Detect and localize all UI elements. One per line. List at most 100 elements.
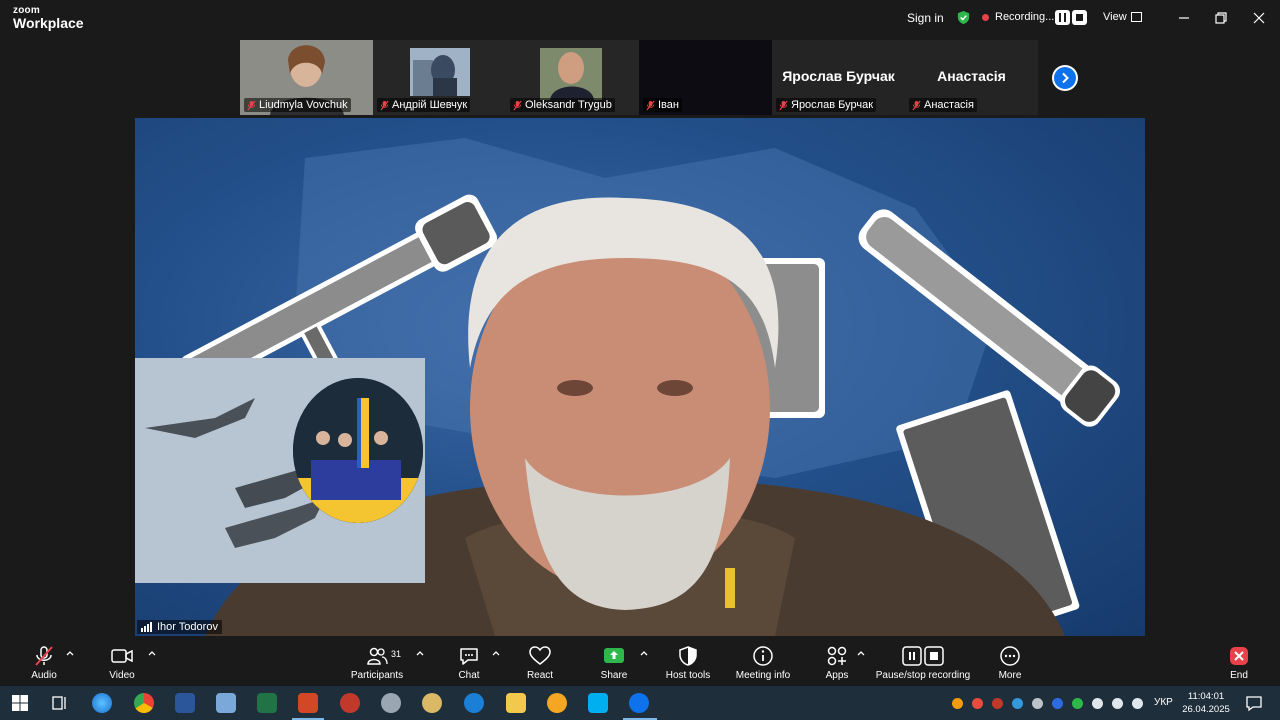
apps-button[interactable]: Apps [814, 637, 860, 686]
participant-display-name: Ярослав Бурчак [782, 68, 895, 84]
tray-app-icon[interactable] [972, 698, 983, 709]
video-options-chevron-icon[interactable] [148, 650, 156, 656]
participants-label: Participants [350, 670, 404, 681]
share-screen-icon [604, 648, 624, 663]
chat-bubble-icon [460, 648, 478, 665]
notifications-icon[interactable] [1244, 693, 1264, 713]
stop-recording-button[interactable] [1072, 10, 1087, 25]
app-mail-icon[interactable] [464, 693, 484, 713]
end-call-icon [1230, 647, 1248, 665]
title-bar: zoom Workplace Sign in Recording... View [0, 0, 1280, 36]
tray-app-icon[interactable] [992, 698, 1003, 709]
share-options-chevron-icon[interactable] [640, 650, 648, 656]
react-button[interactable]: React [516, 637, 564, 686]
app-red-icon[interactable] [340, 693, 360, 713]
overlay-image-jets [135, 358, 425, 583]
recording-dot-icon [982, 14, 989, 21]
close-icon[interactable] [1249, 8, 1269, 28]
participant-name-tag: Ярослав Бурчак [776, 98, 877, 112]
chrome-icon[interactable] [134, 693, 154, 713]
view-grid-icon[interactable] [1131, 12, 1142, 22]
app-yandex-icon[interactable] [547, 693, 567, 713]
more-button[interactable]: More [986, 637, 1034, 686]
minimize-icon[interactable] [1174, 8, 1194, 28]
volume-icon[interactable] [1112, 698, 1123, 709]
word-icon[interactable] [175, 693, 195, 713]
clock-time: 11:04:01 [1187, 691, 1225, 702]
active-speaker-video[interactable]: Ihor Todorov [135, 118, 1145, 636]
host-tools-shield-icon [679, 646, 697, 666]
tray-app-icon[interactable] [1012, 698, 1023, 709]
chat-options-chevron-icon[interactable] [492, 650, 500, 656]
speaker-name-tag: Ihor Todorov [137, 620, 222, 634]
browser-icon[interactable] [92, 693, 112, 713]
host-tools-button[interactable]: Host tools [660, 637, 716, 686]
view-menu-button[interactable]: View [1103, 11, 1127, 23]
chat-label: Chat [458, 670, 480, 681]
participant-tile[interactable]: Іван [639, 40, 772, 115]
participant-name: Liudmyla Vovchuk [259, 99, 348, 111]
participant-tile[interactable]: Liudmyla Vovchuk [240, 40, 373, 115]
participant-name: Анастасія [924, 99, 974, 111]
participants-count: 31 [391, 649, 402, 659]
chevron-right-icon [1062, 72, 1069, 84]
zoom-icon[interactable] [629, 693, 649, 713]
share-screen-button[interactable]: Share [590, 637, 638, 686]
app-paint-icon[interactable] [422, 693, 442, 713]
audio-label: Audio [31, 670, 57, 681]
end-meeting-button[interactable]: End [1216, 637, 1262, 686]
video-button[interactable]: Video [98, 637, 146, 686]
pause-stop-recording-label: Pause/stop recording [875, 670, 971, 681]
zoom-window: zoom Workplace Sign in Recording... View [0, 0, 1280, 686]
end-label: End [1230, 670, 1248, 681]
audio-options-chevron-icon[interactable] [66, 650, 74, 656]
chat-button[interactable]: Chat [445, 637, 493, 686]
pause-stop-recording-button[interactable]: Pause/stop recording [873, 637, 973, 686]
audio-button[interactable]: Audio [20, 637, 68, 686]
participant-name-tag: Іван [643, 98, 682, 112]
participant-tile[interactable]: Ярослав Бурчак Ярослав Бурчак [772, 40, 905, 115]
windows-start-icon[interactable] [10, 693, 30, 713]
task-view-icon[interactable] [50, 693, 70, 713]
network-icon[interactable] [1132, 698, 1143, 709]
participants-options-chevron-icon[interactable] [416, 650, 424, 656]
muted-mic-icon [513, 100, 522, 110]
microphone-tray-icon[interactable] [1092, 698, 1103, 709]
tray-check-icon[interactable] [1072, 698, 1083, 709]
next-page-button[interactable] [1052, 65, 1078, 91]
participant-display-name: Анастасія [937, 68, 1006, 84]
apps-label: Apps [825, 670, 849, 681]
meeting-info-button[interactable]: Meeting info [730, 637, 796, 686]
muted-mic-icon [380, 100, 389, 110]
file-explorer-icon[interactable] [506, 693, 526, 713]
participant-tile[interactable]: Андрій Шевчук [373, 40, 506, 115]
skype-icon[interactable] [588, 693, 608, 713]
apps-options-chevron-icon[interactable] [857, 650, 865, 656]
notepad-icon[interactable] [216, 693, 236, 713]
app-satellite-icon[interactable] [381, 693, 401, 713]
participant-name-tag: Oleksandr Trygub [510, 98, 615, 112]
participants-button[interactable]: Participants [347, 637, 407, 686]
participant-tile[interactable]: Oleksandr Trygub [506, 40, 639, 115]
muted-mic-icon [912, 100, 921, 110]
restore-icon[interactable] [1211, 8, 1231, 28]
tray-app-icon[interactable] [952, 698, 963, 709]
powerpoint-icon[interactable] [298, 693, 318, 713]
speaker-name: Ihor Todorov [157, 621, 218, 633]
tray-zoom-icon[interactable] [1052, 698, 1063, 709]
participant-tile[interactable]: Анастасія Анастасія [905, 40, 1038, 115]
zoom-logo: zoom Workplace [13, 6, 84, 31]
tray-app-icon[interactable] [1032, 698, 1043, 709]
excel-icon[interactable] [257, 693, 277, 713]
participants-icon [367, 647, 388, 665]
video-camera-icon [111, 649, 133, 663]
participant-name: Oleksandr Trygub [525, 99, 612, 111]
system-clock[interactable]: 11:04:01 26.04.2025 [1180, 690, 1232, 716]
language-indicator[interactable]: УКР [1154, 697, 1173, 708]
muted-mic-icon [779, 100, 788, 110]
logo-workplace-text: Workplace [13, 15, 84, 31]
security-shield-icon[interactable] [956, 10, 971, 25]
participant-name: Іван [658, 99, 679, 111]
sign-in-link[interactable]: Sign in [907, 11, 944, 25]
pause-recording-button[interactable] [1055, 10, 1070, 25]
